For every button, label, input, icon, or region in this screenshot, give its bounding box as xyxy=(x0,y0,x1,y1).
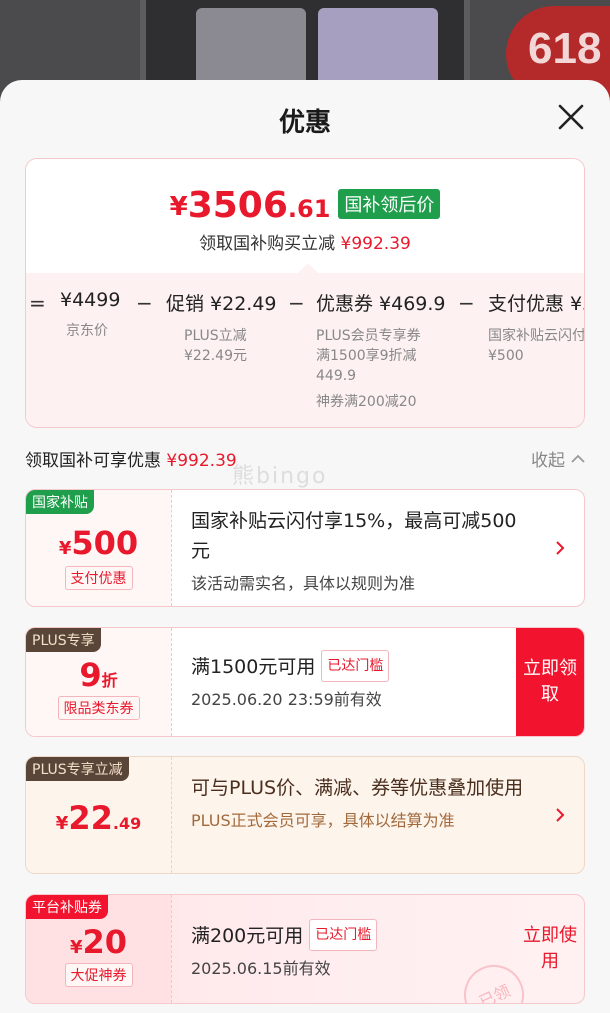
coupon-expiry: 2025.06.20 23:59前有效 xyxy=(191,690,382,709)
coupon-amount: ¥20 xyxy=(69,923,128,961)
coupon-gov-subsidy[interactable]: 国家补贴 ¥500 支付优惠 国家补贴云闪付享15%，最高可减500元 该活动需… xyxy=(25,489,585,607)
coupon-description: 可与PLUS价、满减、券等优惠叠加使用 xyxy=(191,777,524,799)
calc-item-coupon: 优惠券 ¥469.9 PLUS会员专享券 满1500享9折减 449.9 神券满… xyxy=(316,293,446,410)
coupon-plus-exclusive[interactable]: PLUS专享 9折 限品类东券 满1500元可用 已达门槛 2025.06.20 … xyxy=(25,627,585,737)
use-now-button[interactable]: 立即使用 xyxy=(516,895,584,1003)
coupon-tag: PLUS专享 xyxy=(26,628,101,652)
section-amount: ¥992.39 xyxy=(166,451,237,471)
coupon-platform-subsidy[interactable]: 平台补贴券 ¥20 大促神券 满200元可用 已达门槛 2025.06.15前有效… xyxy=(25,894,585,1004)
coupon-amount: ¥22.49 xyxy=(55,799,142,837)
close-button[interactable] xyxy=(556,102,586,132)
threshold-met-badge: 已达门槛 xyxy=(309,919,378,951)
price-breakdown[interactable]: = ¥4499 京东价 − 促销 ¥22.49 PLUS立减 ¥22.49元 −… xyxy=(26,263,585,427)
coupon-description: 国家补贴云闪付享15%，最高可减500元 xyxy=(191,510,517,562)
save-amount: ¥992.39 xyxy=(340,234,411,254)
final-price: ¥ 3506 .61 xyxy=(169,185,331,226)
price-summary-card: ¥ 3506 .61 国补领后价 领取国补购买立减 ¥992.39 = ¥449… xyxy=(25,158,585,428)
coupon-note: PLUS正式会员可享，具体以结算为准 xyxy=(191,811,455,830)
claim-button[interactable]: 立即领取 xyxy=(516,628,584,736)
coupon-plus-instant[interactable]: PLUS专享立减 ¥22.49 可与PLUS价、满减、券等优惠叠加使用 PLUS… xyxy=(25,756,585,874)
chevron-up-icon xyxy=(571,454,585,463)
coupon-tag: PLUS专享立减 xyxy=(26,757,129,781)
calc-item-payment: 支付优惠 ¥5 国家补贴云闪付 ¥500 xyxy=(488,293,585,364)
coupon-sublabel: 限品类东券 xyxy=(57,696,140,720)
gov-subsidy-price-tag: 国补领后价 xyxy=(338,189,441,219)
section-title: 领取国补可享优惠 xyxy=(25,451,161,471)
calc-operator: − xyxy=(136,291,153,315)
calc-item-jd-price: ¥4499 京东价 xyxy=(60,289,121,339)
calc-operator: = xyxy=(29,291,46,315)
threshold-met-badge: 已达门槛 xyxy=(321,650,390,682)
sheet-title: 优惠 xyxy=(278,108,331,138)
chevron-right-icon[interactable] xyxy=(554,539,566,557)
save-summary: 领取国补购买立减 ¥992.39 xyxy=(199,234,411,254)
coupon-sublabel: 大促神券 xyxy=(64,963,133,987)
coupon-sublabel: 支付优惠 xyxy=(64,566,133,590)
coupon-note: 该活动需实名，具体以规则为准 xyxy=(191,574,416,593)
coupon-condition: 满1500元可用 xyxy=(191,656,316,678)
coupon-amount: 9折 xyxy=(79,656,118,694)
coupon-amount: ¥500 xyxy=(58,524,139,562)
calc-operator: − xyxy=(458,291,475,315)
calc-operator: − xyxy=(288,291,305,315)
chevron-right-icon[interactable] xyxy=(554,806,566,824)
coupon-tag: 国家补贴 xyxy=(26,490,94,514)
watermark: 熊bingo xyxy=(232,464,328,489)
close-icon xyxy=(558,104,584,130)
collapse-button[interactable]: 收起 xyxy=(531,446,585,471)
calc-item-promotion: 促销 ¥22.49 PLUS立减 ¥22.49元 xyxy=(166,293,277,364)
coupon-condition: 满200元可用 xyxy=(191,925,304,947)
sheet-header: 优惠 xyxy=(0,80,610,158)
coupon-tag: 平台补贴券 xyxy=(26,895,108,919)
coupon-expiry: 2025.06.15前有效 xyxy=(191,959,331,978)
